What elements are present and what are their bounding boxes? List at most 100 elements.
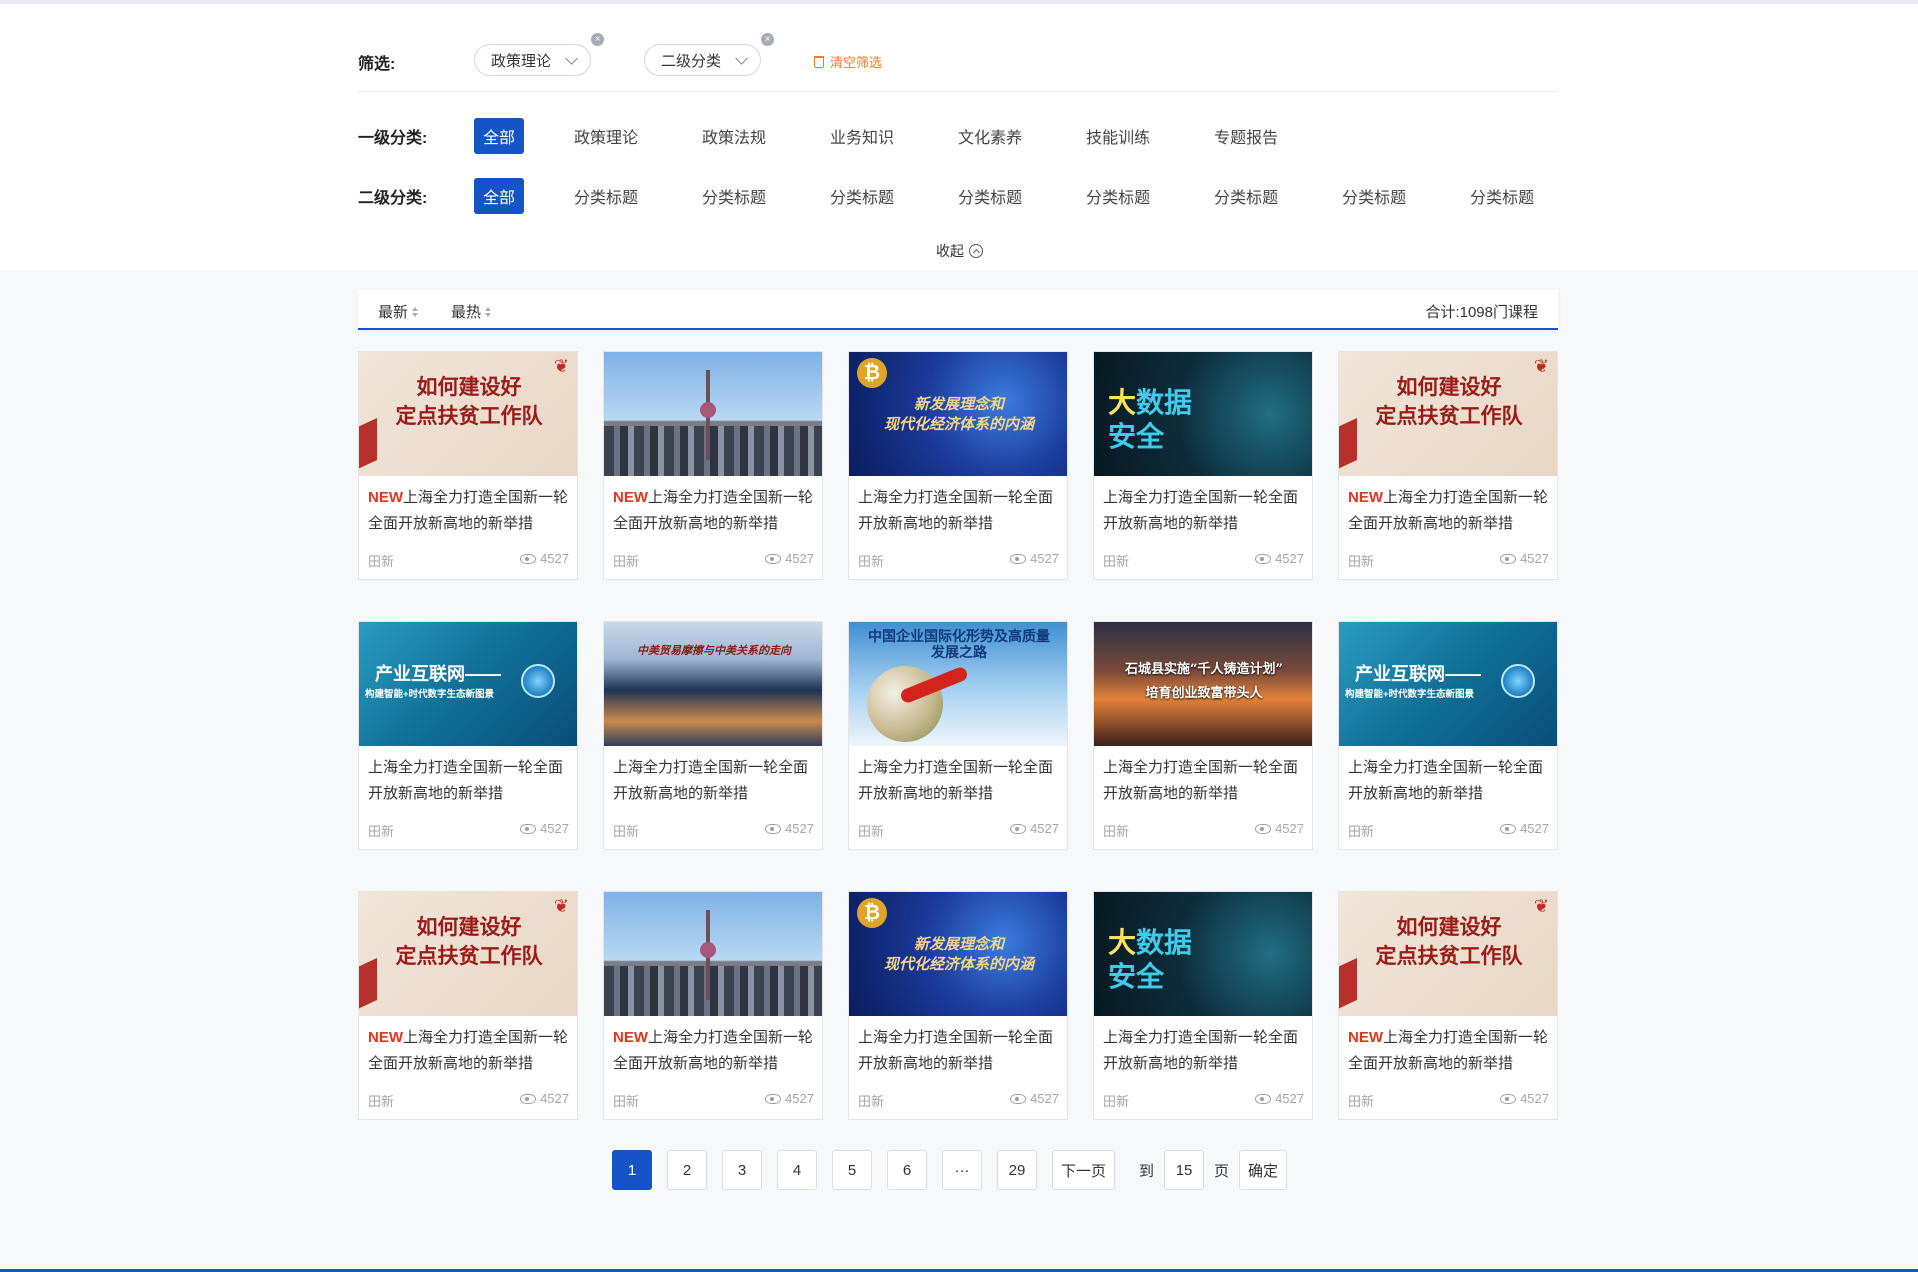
level1-category-6[interactable]: 专题报告 — [1214, 124, 1278, 148]
page-button[interactable]: 1 — [612, 1150, 652, 1190]
level2-category-7[interactable]: 分类标题 — [1342, 184, 1406, 208]
course-card[interactable]: NEW上海全力打造全国新一轮全面开放新高地的新举措 田新 4527 — [603, 891, 823, 1120]
eye-icon — [1500, 824, 1517, 834]
sort-newest-button[interactable]: 最新 — [378, 301, 419, 322]
course-card[interactable]: ₿ 新发展理念和 现代化经济体系的内涵 上海全力打造全国新一轮全面开放新高地的新举措… — [848, 351, 1068, 580]
course-meta: 田新 4527 — [1348, 1091, 1549, 1110]
course-title: 上海全力打造全国新一轮全面开放新高地的新举措 — [1339, 746, 1557, 816]
course-thumbnail: 中美贸易摩擦与中美关系的走向 — [604, 622, 822, 746]
course-card[interactable]: ❦ 如何建设好 定点扶贫工作队 NEW上海全力打造全国新一轮全面开放新高地的新举措田… — [358, 891, 578, 1120]
course-author: 田新 — [858, 824, 885, 839]
next-page-button[interactable]: 下一页 — [1052, 1150, 1116, 1190]
course-title: NEW上海全力打造全国新一轮全面开放新高地的新举措 — [1339, 1016, 1557, 1086]
course-author: 田新 — [1348, 554, 1375, 569]
course-card[interactable]: NEW上海全力打造全国新一轮全面开放新高地的新举措 田新 4527 — [603, 351, 823, 580]
filter-chip-label: 二级分类 — [661, 52, 722, 70]
course-author: 田新 — [368, 1094, 395, 1109]
tower-sphere-graphic — [700, 942, 716, 958]
level1-category-4[interactable]: 文化素养 — [958, 124, 1022, 148]
course-title-text: 上海全力打造全国新一轮全面开放新高地的新举措 — [858, 759, 1054, 802]
course-card[interactable]: 产业互联网—— 构建智能+时代数字生态新图景 上海全力打造全国新一轮全面开放新高地的… — [358, 621, 578, 850]
clear-filter-button[interactable]: 清空筛选 — [814, 52, 882, 71]
eye-icon — [520, 824, 537, 834]
sort-hottest-button[interactable]: 最热 — [451, 301, 492, 322]
level2-label: 二级分类: — [358, 190, 428, 207]
new-badge: NEW — [368, 489, 403, 506]
level1-category-2[interactable]: 政策法规 — [702, 124, 766, 148]
thumbnail-title: 中国企业国际化形势及高质量 发展之路 — [868, 628, 1050, 660]
level2-category-2[interactable]: 分类标题 — [702, 184, 766, 208]
course-meta: 田新 4527 — [368, 821, 569, 840]
view-count-value: 4527 — [1520, 1091, 1549, 1106]
course-card[interactable]: ❦ 如何建设好 定点扶贫工作队 NEW上海全力打造全国新一轮全面开放新高地的新举措田… — [358, 351, 578, 580]
filter-chip-level2[interactable]: 二级分类 — [644, 44, 762, 76]
pagination: 1 2 3 4 5 6 ··· 29 下一页 到 15 页确定 — [612, 1150, 1288, 1190]
course-thumbnail: ₿ 新发展理念和 现代化经济体系的内涵 — [849, 892, 1067, 1016]
page-button[interactable]: 29 — [997, 1150, 1037, 1190]
course-thumbnail: 中国企业国际化形势及高质量 发展之路 — [849, 622, 1067, 746]
page-button[interactable]: 5 — [832, 1150, 872, 1190]
goto-prefix: 到 — [1139, 1162, 1155, 1180]
course-card[interactable]: ❦ 如何建设好 定点扶贫工作队 NEW上海全力打造全国新一轮全面开放新高地的新举措田… — [1338, 351, 1558, 580]
goto-page-input[interactable]: 15 — [1164, 1150, 1205, 1190]
chevron-down-icon — [565, 51, 579, 65]
page-ellipsis[interactable]: ··· — [942, 1150, 982, 1190]
remove-chip-icon[interactable]: × — [591, 33, 604, 46]
clear-filter-label: 清空筛选 — [830, 55, 883, 70]
course-card[interactable]: 石城县实施“千人铸造计划” 培育创业致富带头人 上海全力打造全国新一轮全面开放新高… — [1093, 621, 1313, 850]
level2-category-8[interactable]: 分类标题 — [1470, 184, 1534, 208]
level2-category-6[interactable]: 分类标题 — [1214, 184, 1278, 208]
view-count: 4527 — [1255, 551, 1304, 570]
course-title: 上海全力打造全国新一轮全面开放新高地的新举措 — [849, 1016, 1067, 1086]
page-button[interactable]: 6 — [887, 1150, 927, 1190]
course-card[interactable]: 产业互联网—— 构建智能+时代数字生态新图景 上海全力打造全国新一轮全面开放新高地的… — [1338, 621, 1558, 850]
level1-category-5[interactable]: 技能训练 — [1086, 124, 1150, 148]
eye-icon — [520, 554, 537, 564]
course-author: 田新 — [613, 824, 640, 839]
course-card[interactable]: 大数据 安全 上海全力打造全国新一轮全面开放新高地的新举措 田新 4527 — [1093, 891, 1313, 1120]
course-title: 上海全力打造全国新一轮全面开放新高地的新举措 — [1094, 476, 1312, 546]
course-card[interactable]: 大数据 安全 上海全力打造全国新一轮全面开放新高地的新举措 田新 4527 — [1093, 351, 1313, 580]
course-card[interactable]: ❦ 如何建设好 定点扶贫工作队 NEW上海全力打造全国新一轮全面开放新高地的新举措田… — [1338, 891, 1558, 1120]
filter-chip-policy-theory[interactable]: 政策理论 — [474, 44, 592, 76]
level2-category-1[interactable]: 分类标题 — [574, 184, 638, 208]
course-meta: 田新 4527 — [858, 551, 1059, 570]
goto-suffix: 页 — [1214, 1162, 1230, 1180]
page-button[interactable]: 4 — [777, 1150, 817, 1190]
chevron-up-circle-icon — [969, 244, 983, 258]
page-button[interactable]: 3 — [722, 1150, 762, 1190]
skyline-graphic — [604, 966, 822, 1016]
sort-arrows-icon — [485, 306, 492, 317]
level2-category-0[interactable]: 全部 — [474, 178, 525, 214]
remove-chip-icon[interactable]: × — [761, 33, 774, 46]
course-author: 田新 — [613, 1094, 640, 1109]
course-title: NEW上海全力打造全国新一轮全面开放新高地的新举措 — [359, 1016, 577, 1086]
course-meta: 田新 4527 — [368, 551, 569, 570]
view-count: 4527 — [1500, 821, 1549, 840]
level2-category-3[interactable]: 分类标题 — [830, 184, 894, 208]
collapse-button[interactable]: 收起 — [936, 241, 983, 261]
course-author: 田新 — [1103, 824, 1130, 839]
level1-category-0[interactable]: 全部 — [474, 118, 525, 154]
course-card[interactable]: ₿ 新发展理念和 现代化经济体系的内涵 上海全力打造全国新一轮全面开放新高地的新举措… — [848, 891, 1068, 1120]
level1-category-1[interactable]: 政策理论 — [574, 124, 638, 148]
level1-category-3[interactable]: 业务知识 — [830, 124, 894, 148]
course-thumbnail — [604, 352, 822, 476]
thumbnail-title: 大数据 安全 — [1108, 386, 1193, 453]
course-card[interactable]: 中美贸易摩擦与中美关系的走向 上海全力打造全国新一轮全面开放新高地的新举措 田新 45… — [603, 621, 823, 850]
view-count: 4527 — [1010, 1091, 1059, 1110]
course-card[interactable]: 中国企业国际化形势及高质量 发展之路上海全力打造全国新一轮全面开放新高地的新举措… — [848, 621, 1068, 850]
course-thumbnail: ❦ 如何建设好 定点扶贫工作队 — [359, 352, 577, 476]
view-count-value: 4527 — [1275, 551, 1304, 566]
sort-bar: 最新 最热 合计:1098门课程 — [358, 290, 1558, 330]
course-meta: 田新 4527 — [1103, 821, 1304, 840]
level2-category-5[interactable]: 分类标题 — [1086, 184, 1150, 208]
course-title: 上海全力打造全国新一轮全面开放新高地的新举措 — [849, 476, 1067, 546]
goto-confirm-button[interactable]: 确定 — [1239, 1150, 1288, 1190]
level2-category-4[interactable]: 分类标题 — [958, 184, 1022, 208]
course-title-text: 上海全力打造全国新一轮全面开放新高地的新举措 — [1103, 489, 1299, 532]
view-count-value: 4527 — [1030, 551, 1059, 566]
page-button[interactable]: 2 — [667, 1150, 707, 1190]
new-badge: NEW — [1348, 489, 1383, 506]
trash-icon — [814, 55, 824, 68]
